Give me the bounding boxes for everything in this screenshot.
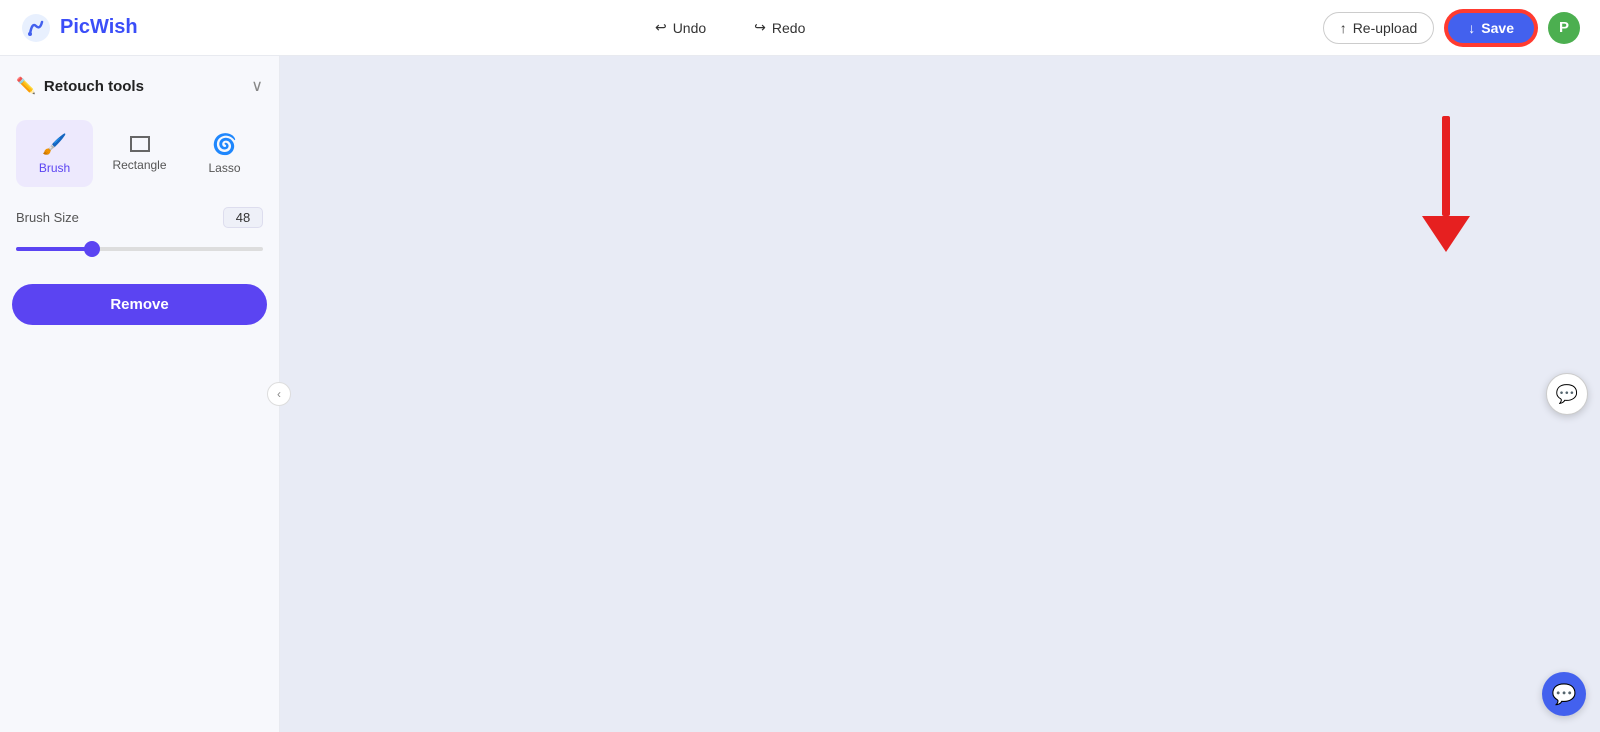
save-icon: ↓	[1468, 20, 1475, 36]
reupload-label: Re-upload	[1353, 20, 1418, 36]
lasso-tool-button[interactable]: 🌀 Lasso	[186, 120, 263, 187]
brush-size-section: Brush Size 48	[12, 203, 267, 260]
brush-tool-button[interactable]: 🖌️ Brush	[16, 120, 93, 187]
remove-label: Remove	[110, 296, 168, 313]
brush-size-slider[interactable]	[16, 247, 263, 251]
save-arrow-annotation	[1422, 116, 1470, 252]
brush-size-label: Brush Size	[16, 210, 79, 225]
rectangle-icon	[130, 136, 150, 152]
brush-icon: 🖌️	[42, 132, 67, 157]
brush-size-row: Brush Size 48	[16, 207, 263, 228]
lasso-label: Lasso	[208, 161, 240, 175]
save-label: Save	[1481, 20, 1514, 36]
reupload-icon: ↑	[1340, 20, 1347, 36]
undo-button[interactable]: ↩ Undo	[643, 13, 718, 42]
undo-label: Undo	[673, 20, 706, 36]
arrow-shaft	[1442, 116, 1450, 216]
logo-text: PicWish	[60, 16, 138, 39]
right-float-buttons: 💬	[1546, 373, 1588, 415]
redo-icon: ↪	[754, 19, 766, 36]
brush-size-value: 48	[223, 207, 263, 228]
brush-label: Brush	[39, 161, 70, 175]
section-title: Retouch tools	[44, 78, 144, 95]
tools-grid: 🖌️ Brush Rectangle 🌀 Lasso	[12, 120, 267, 187]
app-header: PicWish ↩ Undo ↪ Redo ↑ Re-upload ↓ Save…	[0, 0, 1600, 56]
chat-icon: 💬	[1552, 682, 1577, 707]
chat-support-button[interactable]: 💬	[1542, 672, 1586, 716]
feedback-float-button[interactable]: 💬	[1546, 373, 1588, 415]
undo-icon: ↩	[655, 19, 667, 36]
lasso-icon: 🌀	[212, 132, 237, 157]
avatar[interactable]: P	[1548, 12, 1580, 44]
arrow-head	[1422, 216, 1470, 252]
collapse-button[interactable]: ∨	[251, 76, 263, 96]
header-right: ↑ Re-upload ↓ Save P	[1323, 11, 1580, 45]
rectangle-label: Rectangle	[112, 158, 166, 172]
rectangle-tool-button[interactable]: Rectangle	[101, 120, 178, 187]
brush-size-slider-container	[16, 238, 263, 256]
sidebar: ✏️ Retouch tools ∨ 🖌️ Brush Rectangle 🌀 …	[0, 56, 280, 732]
canvas-area[interactable]: TIMES SQ PIZZA MORMON · No watermark aft…	[280, 56, 1600, 732]
main-layout: ✏️ Retouch tools ∨ 🖌️ Brush Rectangle 🌀 …	[0, 56, 1600, 732]
save-button[interactable]: ↓ Save	[1446, 11, 1536, 45]
sidebar-section-header: ✏️ Retouch tools ∨	[12, 72, 267, 104]
section-title-area: ✏️ Retouch tools	[16, 76, 144, 96]
redo-label: Redo	[772, 20, 805, 36]
redo-button[interactable]: ↪ Redo	[742, 13, 817, 42]
reupload-button[interactable]: ↑ Re-upload	[1323, 12, 1435, 44]
remove-button[interactable]: Remove	[12, 284, 267, 325]
header-center: ↩ Undo ↪ Redo	[643, 13, 817, 42]
logo-area: PicWish	[20, 12, 138, 44]
feedback-icon: 💬	[1556, 384, 1578, 405]
sidebar-collapse-handle[interactable]: ‹	[267, 382, 291, 406]
picwish-logo-icon	[20, 12, 52, 44]
chevron-left-icon: ‹	[277, 387, 281, 401]
retouch-tools-icon: ✏️	[16, 76, 36, 96]
